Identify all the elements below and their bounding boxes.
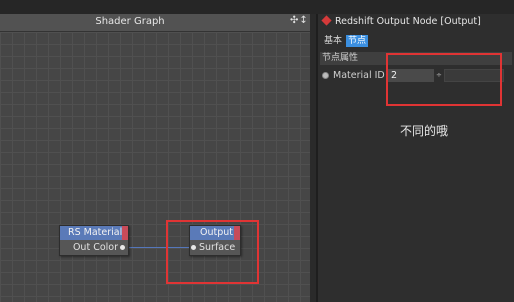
redshift-icon bbox=[321, 15, 332, 26]
top-bar bbox=[0, 0, 514, 14]
out-color-port-label: Out Color bbox=[72, 242, 118, 253]
output-node-highlight bbox=[166, 220, 259, 284]
rs-material-node-header[interactable]: RS Material bbox=[60, 226, 128, 240]
attribute-title-text: Redshift Output Node [Output] bbox=[335, 16, 481, 27]
graph-canvas[interactable] bbox=[0, 32, 316, 302]
out-color-port-dot[interactable] bbox=[120, 245, 125, 250]
annotation-note: 不同的哦 bbox=[400, 124, 449, 138]
attribute-title: Redshift Output Node [Output] bbox=[321, 15, 481, 27]
out-color-port[interactable]: Out Color bbox=[60, 240, 128, 255]
rs-material-node[interactable]: RS Material Out Color bbox=[59, 225, 129, 256]
rs-material-node-title: RS Material bbox=[68, 227, 123, 238]
material-id-highlight bbox=[386, 53, 502, 106]
animate-radio-icon[interactable] bbox=[322, 72, 329, 79]
material-id-label: Material ID bbox=[333, 70, 385, 81]
move-tools-icon[interactable]: ✣↕ bbox=[290, 15, 309, 26]
shader-graph-header: Shader Graph ✣↕ bbox=[0, 14, 316, 32]
node-color-tab bbox=[122, 226, 128, 240]
tab-node[interactable]: 节点 bbox=[346, 35, 369, 47]
shader-graph-title: Shader Graph bbox=[95, 16, 165, 27]
attribute-tabs: 基本 节点 bbox=[322, 35, 370, 48]
shader-graph-pane: Shader Graph ✣↕ bbox=[0, 14, 316, 302]
tab-basic[interactable]: 基本 bbox=[322, 35, 344, 47]
